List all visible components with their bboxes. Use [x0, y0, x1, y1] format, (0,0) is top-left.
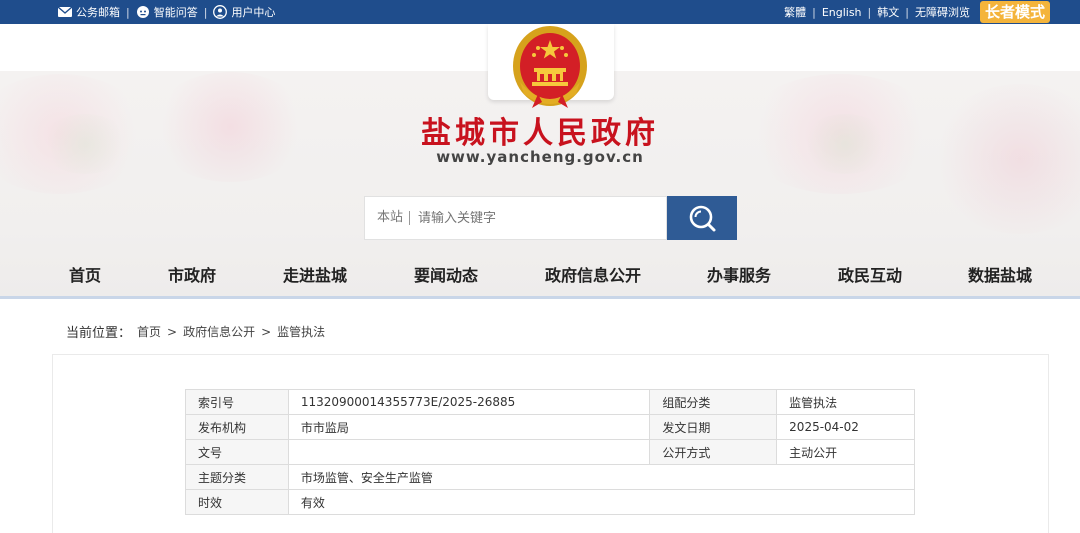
site-url: www.yancheng.gov.cn [436, 148, 644, 166]
search-button[interactable] [667, 196, 737, 240]
nav-divider [0, 296, 1080, 299]
document-info-table: 索引号 11320900014355773E/2025-26885 组配分类 监… [185, 389, 916, 515]
separator: | [126, 5, 130, 19]
nav-item-home[interactable]: 首页 [69, 256, 101, 296]
site-title: 盐城市人民政府 [421, 116, 659, 151]
document-number-value [287, 439, 651, 465]
separator: | [905, 5, 909, 19]
breadcrumb-label: 当前位置： [66, 326, 132, 341]
chat-bot-icon [136, 6, 149, 18]
nav-item-services[interactable]: 办事服务 [707, 256, 771, 296]
table-row: 文号 公开方式 主动公开 [185, 439, 915, 465]
nav-item-news[interactable]: 要闻动态 [414, 256, 478, 296]
breadcrumb: 当前位置： 首页 > 政府信息公开 > 监管执法 [66, 322, 325, 342]
breadcrumb-item-home[interactable]: 首页 [137, 323, 161, 340]
breadcrumb-item-gov-info[interactable]: 政府信息公开 [183, 323, 255, 340]
top-bar: 公务邮箱 | 智能问答 | 用户中心 繁體 | English | 韩文 | 无… [0, 0, 1080, 24]
separator: | [812, 5, 816, 19]
publisher-value: 市市监局 [287, 414, 651, 440]
topbar-link-user-center[interactable]: 用户中心 [213, 4, 275, 20]
link-korean[interactable]: 韩文 [877, 4, 899, 20]
link-accessibility[interactable]: 无障碍浏览 [915, 4, 970, 20]
mail-icon [58, 7, 72, 17]
topic-label: 主题分类 [185, 464, 289, 490]
main-nav: 首页 市政府 走进盐城 要闻动态 政府信息公开 办事服务 政民互动 数据盐城 [0, 256, 1080, 300]
validity-label: 时效 [185, 489, 289, 515]
category-value: 监管执法 [776, 389, 915, 415]
search-input[interactable] [410, 210, 641, 226]
user-icon [213, 5, 228, 19]
issue-date-value: 2025-04-02 [776, 414, 915, 440]
topic-value: 市场监管、安全生产监管 [287, 464, 916, 490]
topbar-link-qa[interactable]: 智能问答 [136, 4, 198, 20]
topbar-link-user-center-label: 用户中心 [231, 6, 276, 19]
disclosure-method-value: 主动公开 [776, 439, 915, 465]
nav-item-gov-info-disclosure[interactable]: 政府信息公开 [545, 256, 641, 296]
nav-item-about-yancheng[interactable]: 走进盐城 [283, 256, 347, 296]
breadcrumb-separator: > [261, 324, 272, 339]
publisher-label: 发布机构 [185, 414, 289, 440]
document-number-label: 文号 [185, 439, 289, 465]
separator: | [203, 5, 208, 19]
category-label: 组配分类 [649, 389, 778, 415]
breadcrumb-item-supervision[interactable]: 监管执法 [277, 323, 325, 340]
national-emblem-icon [513, 26, 587, 108]
search-scope-label[interactable]: 本站 [365, 211, 411, 225]
nav-item-city-government[interactable]: 市政府 [168, 256, 216, 296]
topbar-left-links: 公务邮箱 | 智能问答 | 用户中心 [58, 0, 275, 24]
index-number-label: 索引号 [185, 389, 289, 415]
issue-date-label: 发文日期 [649, 414, 778, 440]
table-row: 主题分类 市场监管、安全生产监管 [185, 464, 916, 490]
breadcrumb-separator: > [167, 324, 178, 339]
elder-mode-button[interactable]: 长者模式 [979, 1, 1050, 23]
link-english[interactable]: English [822, 6, 862, 19]
table-row: 时效 有效 [185, 489, 916, 515]
nav-item-data-yancheng[interactable]: 数据盐城 [968, 256, 1032, 296]
index-number-value: 11320900014355773E/2025-26885 [287, 389, 651, 415]
topbar-right-links: 繁體 | English | 韩文 | 无障碍浏览 长者模式 [784, 0, 1050, 24]
topbar-link-qa-label: 智能问答 [153, 6, 198, 19]
link-traditional-chinese[interactable]: 繁體 [784, 4, 806, 20]
search-box: 本站 [364, 196, 667, 240]
nav-item-interaction[interactable]: 政民互动 [838, 256, 902, 296]
search-icon [689, 205, 716, 232]
topbar-link-mail[interactable]: 公务邮箱 [58, 4, 120, 20]
separator: | [867, 5, 872, 19]
table-row: 索引号 11320900014355773E/2025-26885 组配分类 监… [185, 389, 915, 415]
disclosure-method-label: 公开方式 [649, 439, 778, 465]
validity-value: 有效 [287, 489, 916, 515]
topbar-link-mail-label: 公务邮箱 [76, 6, 120, 19]
table-row: 发布机构 市市监局 发文日期 2025-04-02 [185, 414, 915, 440]
